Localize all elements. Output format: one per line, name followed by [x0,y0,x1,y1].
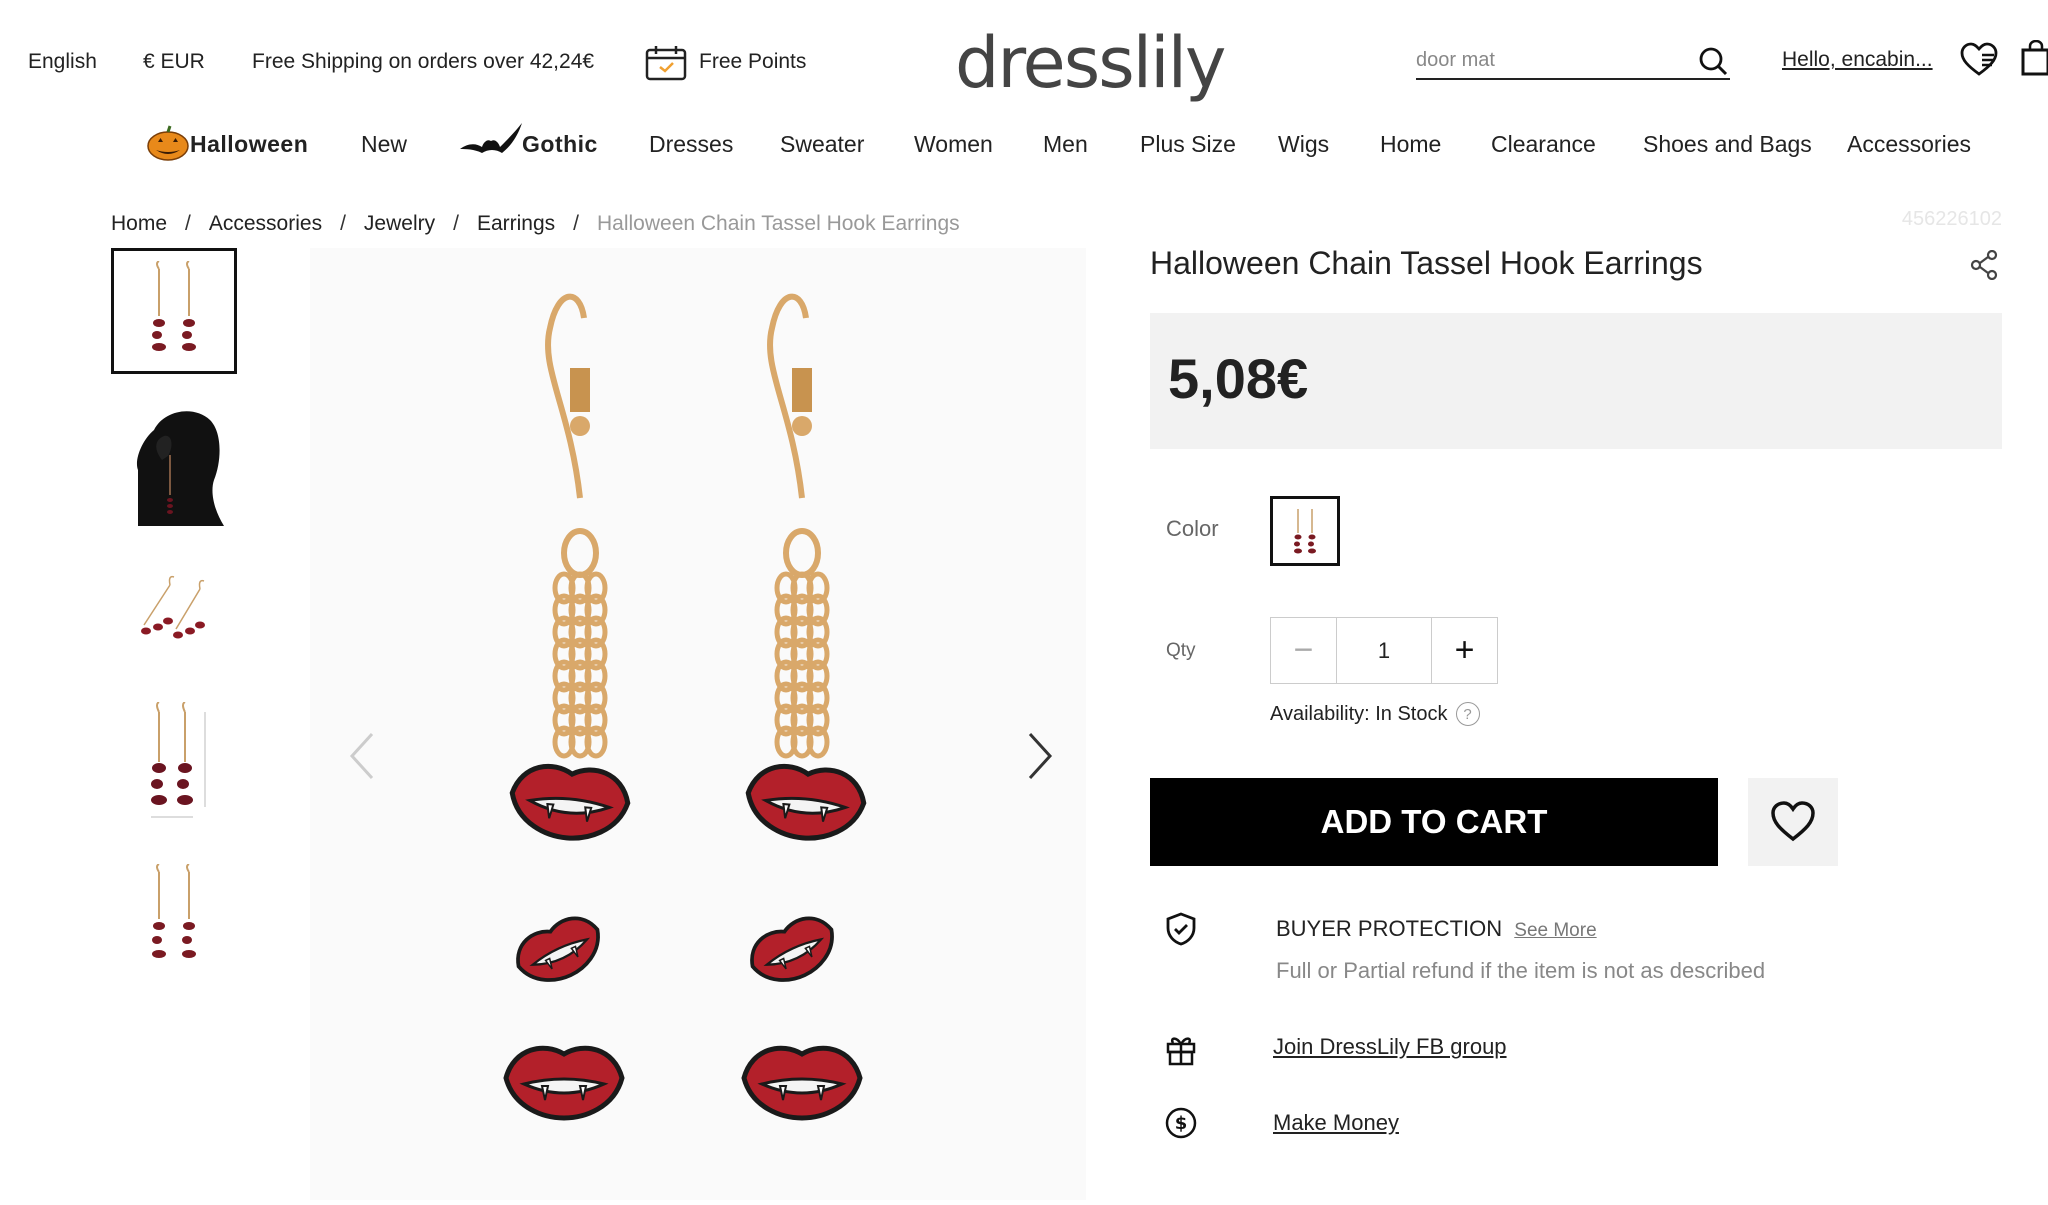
quantity-stepper: − 1 + [1270,617,1498,684]
nav-item-accessories[interactable]: Accessories [1847,131,1971,158]
price-box: 5,08€ [1150,313,2002,449]
nav-item-halloween[interactable]: Halloween [190,131,308,158]
product-title: Halloween Chain Tassel Hook Earrings [1150,245,1703,281]
free-points-link[interactable]: Free Points [699,50,806,74]
buyer-protection-heading: BUYER PROTECTION [1276,916,1503,941]
availability-text: Availability: In Stock [1270,702,1448,725]
earrings-size-thumbnail-image [151,702,206,818]
thumbnail-3[interactable] [111,552,237,678]
gift-icon [1166,1037,1196,1066]
earrings-angle-thumbnail-image [141,575,205,639]
make-money-link[interactable]: Make Money [1273,1110,1399,1136]
thumbnail-1[interactable] [111,248,237,374]
availability: Availability: In Stock ? [1270,702,1480,726]
color-swatch-selected[interactable] [1270,496,1340,566]
breadcrumb-home[interactable]: Home [111,212,167,235]
breadcrumb-accessories[interactable]: Accessories [209,212,322,235]
thumbnail-4[interactable] [111,702,237,828]
free-shipping-banner[interactable]: Free Shipping on orders over 42,24€ [252,50,594,74]
shopping-bag-icon[interactable] [2020,40,2048,76]
qty-value[interactable]: 1 [1337,618,1431,683]
wishlist-icon[interactable] [1960,42,1998,78]
bat-icon [460,123,522,153]
color-label: Color [1166,516,1219,541]
nav-item-wigs[interactable]: Wigs [1278,131,1329,158]
nav-item-shoes-and-bags[interactable]: Shoes and Bags [1643,131,1812,158]
product-price: 5,08€ [1168,347,1309,410]
main-navigation: Halloween New Gothic Dresses Sweater Wom… [0,123,2048,165]
language-selector[interactable]: English [28,50,97,74]
breadcrumb: Home / Accessories / Jewelry / Earrings / Hallow… [111,212,960,236]
currency-selector[interactable]: € EUR [143,50,205,74]
product-sku: 456226102 [1901,208,2002,230]
nav-item-sweater[interactable]: Sweater [780,131,864,158]
share-icon[interactable] [1970,250,1998,280]
search-input[interactable] [1416,44,1676,76]
nav-item-clearance[interactable]: Clearance [1491,131,1596,158]
top-bar: English € EUR Free Shipping on orders ov… [0,0,2048,120]
nav-item-plus-size[interactable]: Plus Size [1140,131,1236,158]
buyer-protection-title: BUYER PROTECTION See More [1276,916,1597,942]
shield-check-icon [1166,912,1196,946]
breadcrumb-separator: / [340,212,346,235]
qty-increase-button[interactable]: + [1431,618,1497,683]
nav-item-women[interactable]: Women [914,131,993,158]
see-more-link[interactable]: See More [1514,920,1596,941]
next-image-arrow-icon[interactable] [1020,726,1060,786]
search-icon[interactable] [1698,46,1728,76]
breadcrumb-separator: / [185,212,191,235]
earrings-main-image [310,293,1086,1200]
nav-item-gothic[interactable]: Gothic [522,131,598,158]
breadcrumb-jewelry[interactable]: Jewelry [364,212,435,235]
product-main-image[interactable] [310,248,1086,1200]
search-box [1416,44,1730,80]
earrings-front-thumbnail-image [152,864,196,958]
nav-item-dresses[interactable]: Dresses [649,131,733,158]
thumbnail-5[interactable] [111,856,237,982]
help-icon[interactable]: ? [1455,702,1480,726]
qty-label: Qty [1166,640,1196,661]
calendar-icon[interactable] [645,45,687,81]
account-greeting-link[interactable]: Hello, encabin... [1782,48,1933,72]
breadcrumb-earrings[interactable]: Earrings [477,212,555,235]
breadcrumb-separator: / [573,212,579,235]
nav-item-home[interactable]: Home [1380,131,1441,158]
qty-decrease-button[interactable]: − [1271,618,1337,683]
mannequin-thumbnail-image [136,411,224,526]
dresslily-logo[interactable]: dresslily [955,22,1226,104]
svg-text:$: $ [1175,1113,1188,1134]
nav-item-men[interactable]: Men [1043,131,1088,158]
color-swatch-image [1294,509,1316,554]
nav-item-new[interactable]: New [361,131,407,158]
breadcrumb-separator: / [453,212,459,235]
join-fb-group-link[interactable]: Join DressLily FB group [1273,1034,1507,1060]
pumpkin-icon [147,125,189,161]
add-to-wishlist-button[interactable] [1748,778,1838,866]
add-to-cart-button[interactable]: ADD TO CART [1150,778,1718,866]
previous-image-arrow-icon[interactable] [342,726,382,786]
earrings-thumbnail-image [152,261,196,351]
breadcrumb-current: Halloween Chain Tassel Hook Earrings [597,212,960,235]
buyer-protection-description: Full or Partial refund if the item is no… [1276,958,1766,983]
thumbnail-2[interactable] [111,400,237,526]
dollar-coin-icon: $ [1165,1107,1197,1139]
heart-icon [1771,801,1815,842]
